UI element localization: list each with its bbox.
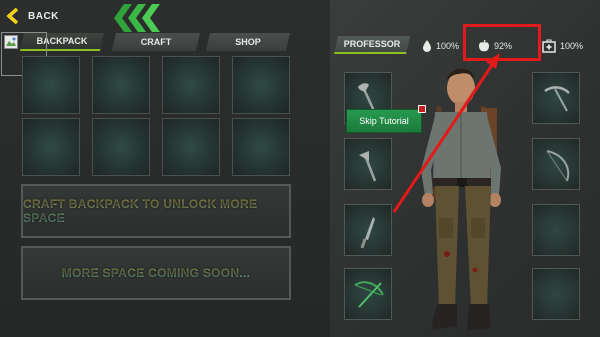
chevrons-decoration-icon — [110, 2, 162, 34]
inventory-slot[interactable] — [162, 56, 220, 114]
health-value: 100% — [560, 41, 584, 51]
inventory-slot[interactable] — [232, 56, 290, 114]
inventory-slot[interactable] — [92, 118, 150, 176]
more-space-panel: MORE SPACE COMING SOON... — [21, 246, 291, 300]
inventory-slot[interactable] — [22, 56, 80, 114]
equipment-slot-left-3[interactable] — [344, 204, 392, 256]
inventory-slot[interactable] — [162, 118, 220, 176]
back-button[interactable]: BACK — [4, 6, 74, 26]
back-arrow-icon — [4, 6, 24, 26]
equipment-slot-left-2[interactable] — [344, 138, 392, 190]
pickaxe-icon — [544, 86, 570, 112]
skip-tutorial-button[interactable]: Skip Tutorial — [346, 109, 422, 133]
tab-professor[interactable]: PROFESSOR — [334, 36, 410, 54]
equipment-slot-left-4[interactable] — [344, 268, 392, 320]
bow-icon — [546, 150, 570, 182]
inventory-slot[interactable] — [92, 56, 150, 114]
equipment-slot-right-2[interactable] — [532, 138, 580, 190]
tab-craft[interactable]: CRAFT — [112, 33, 200, 51]
health-stat: 100% — [542, 38, 583, 54]
first-aid-kit-icon — [542, 39, 556, 53]
water-drop-icon — [423, 40, 431, 52]
craft-backpack-message: CRAFT BACKPACK TO UNLOCK MORE SPACE — [23, 197, 289, 225]
water-stat: 100% — [422, 38, 459, 54]
equipment-slot-right-4[interactable] — [532, 268, 580, 320]
inventory-slot[interactable] — [22, 118, 80, 176]
tab-shop[interactable]: SHOP — [206, 33, 290, 51]
inventory-slot[interactable] — [232, 118, 290, 176]
hatchet-icon — [359, 151, 377, 182]
food-stat-highlight — [463, 24, 541, 61]
equipment-slot-right-1[interactable] — [532, 72, 580, 124]
craft-backpack-button[interactable]: CRAFT BACKPACK TO UNLOCK MORE SPACE — [21, 184, 291, 238]
professor-character — [395, 58, 525, 337]
more-space-message: MORE SPACE COMING SOON... — [61, 266, 251, 280]
equipment-slot-right-3[interactable] — [532, 204, 580, 256]
knife-icon — [360, 217, 375, 249]
crossbow-icon — [354, 281, 384, 308]
notification-badge — [418, 105, 426, 113]
back-label: BACK — [28, 10, 59, 22]
water-value: 100% — [436, 41, 460, 51]
